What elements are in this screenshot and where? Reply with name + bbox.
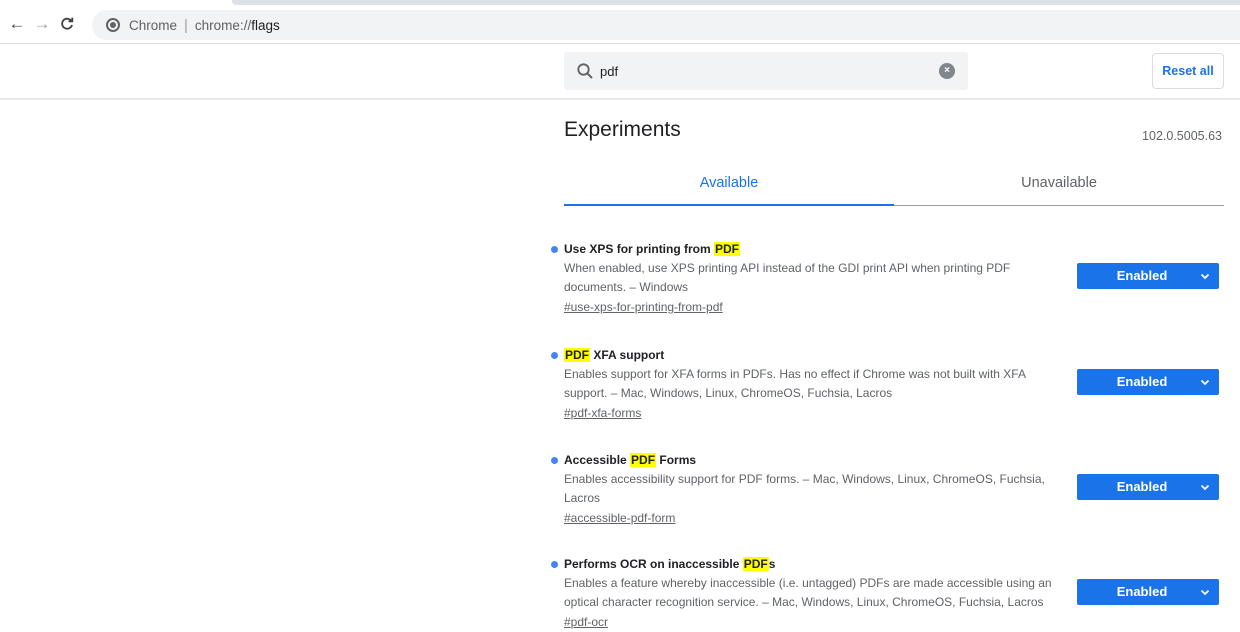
chevron-down-icon <box>1200 484 1210 491</box>
search-icon <box>577 63 593 79</box>
page-title: Experiments <box>564 118 681 141</box>
reset-all-button[interactable]: Reset all <box>1152 53 1224 89</box>
flags-search-box[interactable]: × <box>564 52 968 90</box>
search-input[interactable] <box>600 52 930 90</box>
experiment-bullet <box>551 246 558 253</box>
experiment-state-select[interactable]: Enabled <box>1077 263 1219 289</box>
experiment-bullet <box>551 561 558 568</box>
experiment-item: Accessible PDF Forms Enables accessibili… <box>551 451 1224 531</box>
experiment-description: When enabled, use XPS printing API inste… <box>564 261 1011 294</box>
reload-icon[interactable] <box>57 14 77 34</box>
chevron-down-icon <box>1200 379 1210 386</box>
url-text: chrome://flags <box>195 18 280 33</box>
active-tab-indicator <box>564 204 894 206</box>
tab-strip-edge <box>232 0 1240 5</box>
select-value: Enabled <box>1116 479 1168 494</box>
experiment-permalink[interactable]: #pdf-xfa-forms <box>564 404 641 422</box>
address-bar[interactable]: Chrome | chrome://flags <box>92 10 1240 40</box>
select-value: Enabled <box>1116 268 1168 283</box>
site-name: Chrome <box>129 17 178 33</box>
header-divider <box>0 98 1240 100</box>
experiment-permalink[interactable]: #pdf-ocr <box>564 613 608 631</box>
chevron-down-icon <box>1200 589 1210 596</box>
experiment-description: Enables accessibility support for PDF fo… <box>564 472 1045 505</box>
experiment-state-select[interactable]: Enabled <box>1077 579 1219 605</box>
experiment-name: Performs OCR on inaccessible PDFs <box>564 557 776 571</box>
tab-available[interactable]: Available <box>564 160 894 206</box>
experiment-bullet <box>551 352 558 359</box>
url-scheme: chrome:// <box>194 17 252 33</box>
chrome-icon <box>106 18 120 32</box>
toolbar-divider <box>0 43 1240 44</box>
experiment-name: PDF XFA support <box>564 348 665 362</box>
forward-arrow-icon[interactable]: → <box>32 14 52 34</box>
url-path: flags <box>251 17 280 33</box>
back-arrow-icon[interactable]: ← <box>7 14 27 34</box>
select-value: Enabled <box>1116 374 1168 389</box>
browser-toolbar: ← → Chrome | chrome://flags <box>0 0 1240 44</box>
experiment-item: Use XPS for printing from PDF When enabl… <box>551 240 1224 320</box>
experiment-name: Use XPS for printing from PDF <box>564 242 741 256</box>
experiment-name: Accessible PDF Forms <box>564 453 697 467</box>
experiment-state-select[interactable]: Enabled <box>1077 474 1219 500</box>
experiment-bullet <box>551 457 558 464</box>
clear-search-icon[interactable]: × <box>939 63 955 79</box>
select-value: Enabled <box>1116 584 1168 599</box>
tab-unavailable[interactable]: Unavailable <box>894 160 1224 206</box>
chevron-down-icon <box>1200 273 1210 280</box>
url-separator: | <box>184 16 188 34</box>
tabs: Available Unavailable <box>564 160 1224 206</box>
chrome-version: 102.0.5005.63 <box>1142 129 1222 143</box>
experiment-description: Enables support for XFA forms in PDFs. H… <box>564 367 1026 400</box>
experiment-description: Enables a feature whereby inaccessible (… <box>564 576 1052 609</box>
experiment-state-select[interactable]: Enabled <box>1077 369 1219 395</box>
experiment-permalink[interactable]: #accessible-pdf-form <box>564 509 675 527</box>
experiment-item: Performs OCR on inaccessible PDFs Enable… <box>551 555 1224 632</box>
experiment-permalink[interactable]: #use-xps-for-printing-from-pdf <box>564 298 723 316</box>
experiment-item: PDF XFA support Enables support for XFA … <box>551 346 1224 426</box>
